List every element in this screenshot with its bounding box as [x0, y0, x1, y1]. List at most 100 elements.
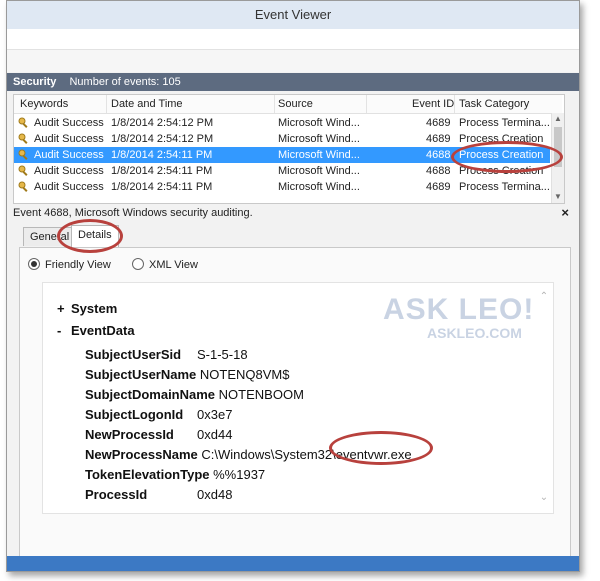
cell-task: Process Creation — [459, 133, 544, 145]
askleo-watermark: ASK LEO! — [383, 293, 535, 326]
field-value: %%1937 — [213, 467, 266, 482]
field-row: NewProcessName C:\Windows\System32\event… — [85, 447, 412, 462]
friendly-view-label: Friendly View — [45, 259, 111, 271]
close-icon[interactable]: × — [561, 205, 569, 221]
collapse-icon[interactable]: - — [57, 323, 71, 338]
table-row[interactable]: Audit Success 1/8/2014 2:54:11 PM Micros… — [14, 163, 550, 179]
toolbar — [7, 50, 579, 72]
expand-icon[interactable]: + — [57, 301, 71, 316]
column-header-datetime[interactable]: Date and Time — [111, 95, 183, 113]
cell-datetime: 1/8/2014 2:54:11 PM — [111, 181, 213, 193]
cell-keywords: Audit Success — [34, 149, 104, 161]
field-key: SubjectLogonId — [85, 407, 184, 422]
cell-datetime: 1/8/2014 2:54:11 PM — [111, 165, 213, 177]
cell-keywords: Audit Success — [34, 133, 104, 145]
field-value: 0xd44 — [197, 427, 233, 442]
scroll-up-icon[interactable]: ⌃ — [539, 291, 549, 302]
log-name: Security — [13, 76, 57, 88]
eventdata-label: EventData — [71, 323, 135, 338]
field-value: NOTENQ8VM$ — [199, 367, 290, 382]
field-value: 0x3e7 — [197, 407, 233, 422]
field-row: TokenElevationType %%1937 — [85, 467, 265, 482]
tab-general[interactable]: General — [23, 227, 77, 246]
table-row[interactable]: Audit Success 1/8/2014 2:54:12 PM Micros… — [14, 115, 550, 131]
field-key: SubjectUserSid — [85, 347, 182, 362]
friendly-view-radio[interactable]: Friendly View — [28, 258, 111, 272]
field-row: ProcessId 0xd48 — [85, 487, 232, 502]
tab-details[interactable]: Details — [71, 225, 119, 247]
cell-datetime: 1/8/2014 2:54:11 PM — [111, 149, 213, 161]
grid-scrollbar[interactable]: ▲ ▼ — [551, 113, 564, 203]
cell-source: Microsoft Wind... — [278, 133, 360, 145]
radio-selected-icon — [28, 258, 40, 270]
scroll-down-icon[interactable]: ⌄ — [539, 492, 549, 503]
cell-source: Microsoft Wind... — [278, 165, 360, 177]
scroll-up-icon[interactable]: ▲ — [552, 113, 564, 125]
cell-keywords: Audit Success — [34, 181, 104, 193]
table-row-selected[interactable]: Audit Success 1/8/2014 2:54:11 PM Micros… — [14, 147, 550, 163]
event-title: Event 4688, Microsoft Windows security a… — [13, 207, 253, 219]
details-panel: Friendly View XML View ASK LEO! ASKLEO.C… — [19, 247, 571, 565]
window-title: Event Viewer — [7, 1, 579, 29]
field-value: NOTENBOOM — [218, 387, 304, 402]
cell-source: Microsoft Wind... — [278, 117, 360, 129]
column-header-keywords[interactable]: Keywords — [20, 95, 68, 113]
column-header-source[interactable]: Source — [278, 95, 313, 113]
field-value: C:\Windows\System32\eventvwr.exe — [201, 447, 412, 462]
log-header: Security Number of events: 105 — [7, 73, 579, 91]
column-header-task-category[interactable]: Task Category — [459, 95, 529, 113]
field-value: 0xd48 — [197, 487, 233, 502]
key-icon — [18, 165, 28, 176]
cell-event-id: 4689 — [426, 133, 451, 145]
cell-datetime: 1/8/2014 2:54:12 PM — [111, 117, 214, 129]
system-label: System — [71, 301, 118, 316]
key-icon — [18, 149, 28, 160]
cell-task: Process Termina... — [459, 117, 549, 129]
askleo-url-watermark: ASKLEO.COM — [427, 325, 522, 341]
status-bar — [7, 556, 579, 571]
field-key: SubjectUserName — [85, 367, 197, 382]
field-value: S-1-5-18 — [197, 347, 248, 362]
grid-header: Keywords Date and Time Source Event ID T… — [14, 95, 562, 114]
field-row: SubjectUserSid S-1-5-18 — [85, 347, 248, 362]
event-count: Number of events: 105 — [69, 76, 181, 88]
cell-task: Process Creation — [459, 149, 544, 161]
cell-datetime: 1/8/2014 2:54:12 PM — [111, 133, 214, 145]
field-key: NewProcessId — [85, 427, 174, 442]
xml-view-radio[interactable]: XML View — [132, 258, 198, 272]
event-data-view: ASK LEO! ASKLEO.COM + System - EventData S… — [42, 282, 554, 514]
cell-task: Process Termina... — [459, 181, 549, 193]
field-row: SubjectUserName NOTENQ8VM$ — [85, 367, 289, 382]
column-header-event-id[interactable]: Event ID — [412, 95, 454, 113]
key-icon — [18, 181, 28, 192]
cell-event-id: 4689 — [426, 117, 451, 129]
cell-keywords: Audit Success — [34, 117, 104, 129]
cell-source: Microsoft Wind... — [278, 149, 360, 161]
cell-keywords: Audit Success — [34, 165, 104, 177]
field-key: TokenElevationType — [85, 467, 210, 482]
xml-view-label: XML View — [149, 259, 198, 271]
system-node[interactable]: + System — [57, 301, 117, 316]
scroll-down-icon[interactable]: ▼ — [552, 191, 564, 203]
field-row: SubjectDomainName NOTENBOOM — [85, 387, 304, 402]
table-row[interactable]: Audit Success 1/8/2014 2:54:11 PM Micros… — [14, 179, 550, 195]
key-icon — [18, 133, 28, 144]
cell-event-id: 4688 — [426, 165, 451, 177]
cell-event-id: 4688 — [426, 149, 451, 161]
field-row: SubjectLogonId 0x3e7 — [85, 407, 232, 422]
radio-icon — [132, 258, 144, 270]
field-key: NewProcessName — [85, 447, 198, 462]
cell-source: Microsoft Wind... — [278, 181, 360, 193]
field-key: SubjectDomainName — [85, 387, 216, 402]
table-row[interactable]: Audit Success 1/8/2014 2:54:12 PM Micros… — [14, 131, 550, 147]
event-detail-header: Event 4688, Microsoft Windows security a… — [13, 205, 569, 221]
cell-task: Process Creation — [459, 165, 544, 177]
key-icon — [18, 117, 28, 128]
eventdata-node[interactable]: - EventData — [57, 323, 135, 338]
field-row: NewProcessId 0xd44 — [85, 427, 232, 442]
scroll-thumb[interactable] — [554, 127, 562, 167]
menu-bar — [7, 29, 579, 50]
field-key: ProcessId — [85, 487, 148, 502]
events-grid[interactable]: Keywords Date and Time Source Event ID T… — [13, 94, 565, 204]
details-scrollbar[interactable]: ⌃ ⌄ — [539, 291, 549, 503]
